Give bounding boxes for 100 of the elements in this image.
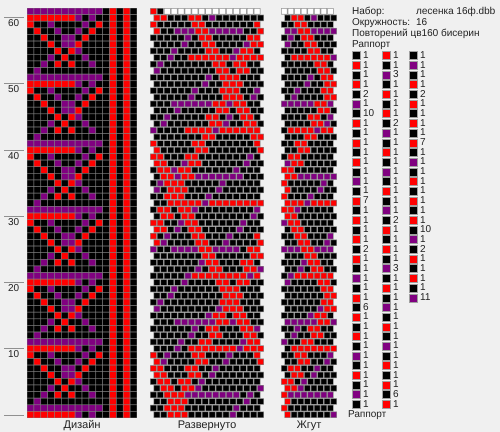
bead-count: 1	[363, 351, 369, 362]
bead-count: 1	[420, 118, 426, 129]
bead-count: 1	[393, 341, 399, 352]
bead-count: 1	[393, 50, 399, 61]
bead-count: 1	[363, 70, 369, 80]
bead-count: 1	[393, 196, 399, 206]
bead-count: 1	[393, 312, 399, 322]
bead-count: 1	[393, 283, 399, 294]
bead-count: 1	[393, 254, 399, 264]
bead-count: 1	[393, 90, 399, 100]
bead-count: 1	[393, 380, 399, 390]
bead-count: 1	[420, 274, 426, 284]
bead-count: 1	[393, 108, 399, 119]
bead-count: 1	[393, 157, 399, 168]
bead-count: 1	[420, 50, 426, 61]
bead-count: 1	[363, 167, 369, 178]
bead-count: 1	[393, 167, 399, 178]
view-label: Жгут	[296, 419, 322, 432]
bead-count: 1	[363, 390, 369, 400]
bead-count: 1	[363, 264, 369, 274]
bead-count: 1	[393, 244, 399, 255]
bead-count: 1	[393, 322, 399, 332]
bead-count: 1	[363, 400, 369, 410]
bead-count: 1	[420, 128, 426, 138]
bead-count: 1	[393, 60, 399, 71]
bead-count: 1	[363, 225, 369, 236]
bead-count: 2	[393, 216, 399, 226]
bead-count: 1	[393, 128, 399, 138]
bead-count: 2	[420, 244, 426, 255]
bead-count: 1	[363, 50, 369, 61]
bead-count: 3	[393, 70, 399, 80]
bead-count: 1	[363, 322, 369, 332]
bead-count: 1	[393, 99, 399, 110]
bead-count: 1	[363, 206, 369, 216]
bead-count: 1	[420, 196, 426, 206]
bead-count: 1	[393, 370, 399, 381]
bead-count: 1	[393, 293, 399, 304]
bead-count: 1	[420, 234, 426, 245]
set-value: лесенка 16ф.dbb	[416, 6, 496, 17]
bead-count: 1	[393, 148, 399, 158]
bead-count: 2	[363, 90, 369, 100]
bead-count: 1	[393, 176, 399, 187]
bead-count: 1	[363, 341, 369, 352]
bead-count: 1	[363, 148, 369, 158]
bead-count: 1	[363, 99, 369, 110]
bead-count: 1	[393, 80, 399, 90]
bead-count: 1	[420, 157, 426, 168]
bead-count: 6	[393, 390, 399, 400]
bead-count: 1	[420, 264, 426, 274]
bead-count: 1	[363, 283, 369, 294]
bead-count: 1	[363, 380, 369, 390]
bead-count: 1	[393, 360, 399, 371]
bead-count: 1	[363, 332, 369, 342]
bead-count: 1	[393, 400, 399, 410]
bead-count: 3	[393, 264, 399, 274]
bead-count: 1	[420, 216, 426, 226]
ruler-label: 20	[7, 283, 20, 296]
bead-count: 1	[393, 351, 399, 362]
bead-count: 1	[393, 274, 399, 284]
bead-count: 1	[393, 302, 399, 313]
bead-count: 6	[363, 302, 369, 313]
bead-count: 2	[363, 244, 369, 255]
bead-count: 1	[363, 80, 369, 90]
repeat-text: Повторений цв160 бисерин	[352, 28, 481, 39]
circumference-label: Окружность:	[352, 17, 412, 28]
bead-count: 1	[363, 312, 369, 322]
bead-count: 1	[363, 138, 369, 148]
bead-count: 1	[363, 274, 369, 284]
bead-count: 1	[363, 360, 369, 371]
bead-count: 2	[420, 90, 426, 100]
bead-count: 1	[393, 225, 399, 236]
bead-count: 1	[420, 60, 426, 71]
view-label: Развернуто	[178, 419, 236, 432]
bead-count: 1	[363, 293, 369, 304]
rapport-label: Раппорт	[348, 410, 388, 420]
bead-count: 1	[420, 254, 426, 264]
bead-count: 1	[363, 186, 369, 196]
bead-count: 1	[420, 80, 426, 90]
bead-count: 1	[393, 234, 399, 245]
bead-count: 1	[363, 118, 369, 129]
rapport-heading: Раппорт	[352, 39, 392, 50]
bead-count: 1	[420, 167, 426, 178]
bead-count: 1	[363, 128, 369, 138]
bead-count: 2	[393, 118, 399, 129]
bead-count: 1	[393, 138, 399, 148]
bead-count: 1	[363, 60, 369, 71]
bead-count: 1	[420, 99, 426, 110]
ruler-label: 10	[7, 349, 20, 362]
bead-count: 10	[363, 108, 374, 119]
bead-count: 1	[363, 176, 369, 187]
set-label: Набор:	[352, 6, 386, 17]
bead-count: 10	[420, 225, 432, 236]
bead-count: 11	[420, 293, 430, 304]
bead-count: 1	[363, 234, 369, 245]
view-label: Дизайн	[64, 419, 100, 432]
bead-count: 1	[393, 332, 399, 342]
bead-count: 1	[363, 370, 369, 381]
ruler-label: 60	[7, 18, 20, 30]
bead-count: 1	[420, 70, 426, 80]
bead-count: 1	[420, 186, 426, 196]
